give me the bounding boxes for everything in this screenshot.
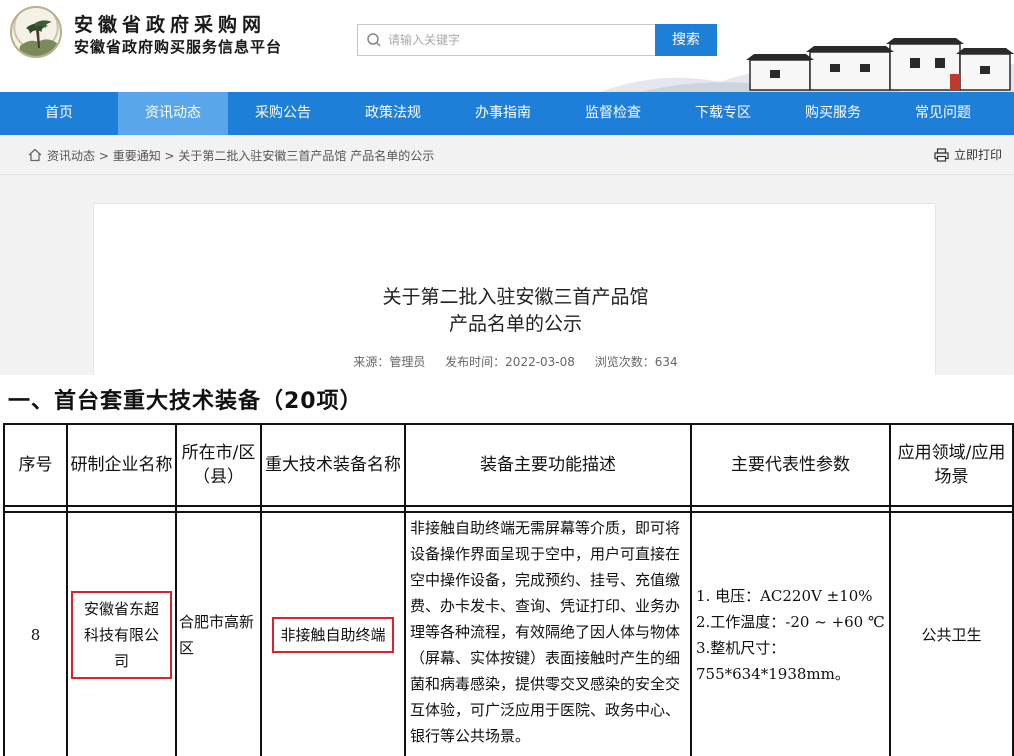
printer-icon (934, 147, 949, 162)
search-icon (367, 33, 381, 47)
param-dimensions: 3.整机尺寸：755*634*1938mm。 (696, 638, 850, 683)
header-key-parameters: 主要代表性参数 (690, 423, 891, 507)
site-header: 安徽省政府采购网 安徽省政府购买服务信息平台 搜索 (0, 0, 1014, 92)
print-button[interactable]: 立即打印 (934, 146, 1002, 163)
article-title-line1: 关于第二批入驻安徽三首产品馆 (382, 286, 649, 308)
breadcrumb-item-news[interactable]: 资讯动态 (47, 149, 95, 163)
article-meta: 来源：管理员 发布时间：2022-03-08 浏览次数：634 (94, 353, 937, 370)
company-highlight-box: 安徽省东超科技有限公司 (71, 590, 172, 679)
breadcrumb-separator: > (95, 149, 113, 163)
row-application: 公共卫生 (889, 511, 1014, 756)
nav-item-faq[interactable]: 常见问题 (888, 92, 998, 135)
article-view-count: 浏览次数：634 (594, 355, 678, 369)
main-nav: 首页 资讯动态 采购公告 政策法规 办事指南 监督检查 下载专区 购买服务 常见… (0, 92, 1014, 135)
nav-item-purchase-services[interactable]: 购买服务 (778, 92, 888, 135)
article-card: 关于第二批入驻安徽三首产品馆 产品名单的公示 来源：管理员 发布时间：2022-… (93, 203, 936, 375)
nav-item-supervision[interactable]: 监督检查 (558, 92, 668, 135)
nav-item-procurement-notices[interactable]: 采购公告 (228, 92, 338, 135)
site-logo[interactable] (10, 6, 62, 58)
article-source: 来源：管理员 (353, 355, 426, 369)
row-equipment: 非接触自助终端 (280, 625, 386, 644)
nav-item-guide[interactable]: 办事指南 (448, 92, 558, 135)
breadcrumb: 资讯动态 > 重要通知 > 关于第二批入驻安徽三首产品馆 产品名单的公示 (47, 147, 434, 164)
site-subtitle: 安徽省政府购买服务信息平台 (74, 38, 283, 56)
row-parameters: 1. 电压：AC220V ±10% 2.工作温度：-20 ~ +60 ℃ 3.整… (690, 511, 891, 756)
breadcrumb-separator: > (160, 149, 179, 163)
header-number: 序号 (3, 423, 68, 507)
site-title: 安徽省政府采购网 (74, 14, 267, 36)
header-location: 所在市/区（县） (175, 423, 262, 507)
equipment-table: 序号 研制企业名称 所在市/区（县） 重大技术装备名称 装备主要功能描述 主要代… (3, 423, 1014, 756)
equipment-highlight-box: 非接触自助终端 (272, 616, 394, 653)
home-icon[interactable] (28, 148, 42, 162)
row-location: 合肥市高新区 (175, 511, 262, 756)
nav-item-policies[interactable]: 政策法规 (338, 92, 448, 135)
nav-item-home[interactable]: 首页 (0, 92, 118, 135)
document-section-heading: 一、首台套重大技术装备（20项） (8, 389, 363, 414)
header-equipment-name: 重大技术装备名称 (260, 423, 406, 507)
header-company: 研制企业名称 (66, 423, 177, 507)
header-function-description: 装备主要功能描述 (404, 423, 692, 507)
nav-item-news[interactable]: 资讯动态 (118, 92, 228, 135)
pine-tree-icon (18, 20, 58, 56)
article-title-line2: 产品名单的公示 (448, 313, 582, 335)
breadcrumb-item-notices[interactable]: 重要通知 (113, 149, 161, 163)
breadcrumb-item-current: 关于第二批入驻安徽三首产品馆 产品名单的公示 (178, 149, 435, 163)
row-number: 8 (3, 511, 68, 756)
row-company: 安徽省东超科技有限公司 (83, 599, 159, 670)
hui-style-houses-banner (600, 38, 1014, 92)
row-equipment-cell: 非接触自助终端 (260, 511, 406, 756)
table-row: 8 安徽省东超科技有限公司 合肥市高新区 非接触自助终端 非接触自助终端无需屏幕… (3, 511, 1014, 756)
row-description: 非接触自助终端无需屏幕等介质，即可将设备操作界面呈现于空中，用户可直接在空中操作… (404, 511, 692, 756)
table-header-row: 序号 研制企业名称 所在市/区（县） 重大技术装备名称 装备主要功能描述 主要代… (3, 423, 1014, 507)
article-publish-date: 发布时间：2022-03-08 (445, 355, 575, 369)
row-company-cell: 安徽省东超科技有限公司 (66, 511, 177, 756)
print-label: 立即打印 (953, 148, 1002, 162)
header-application: 应用领域/应用场景 (889, 423, 1014, 507)
param-temperature: 2.工作温度：-20 ~ +60 ℃ (696, 612, 885, 631)
param-voltage: 1. 电压：AC220V ±10% (696, 586, 873, 605)
breadcrumb-bar: 资讯动态 > 重要通知 > 关于第二批入驻安徽三首产品馆 产品名单的公示 立即打… (0, 135, 1014, 175)
nav-item-downloads[interactable]: 下载专区 (668, 92, 778, 135)
